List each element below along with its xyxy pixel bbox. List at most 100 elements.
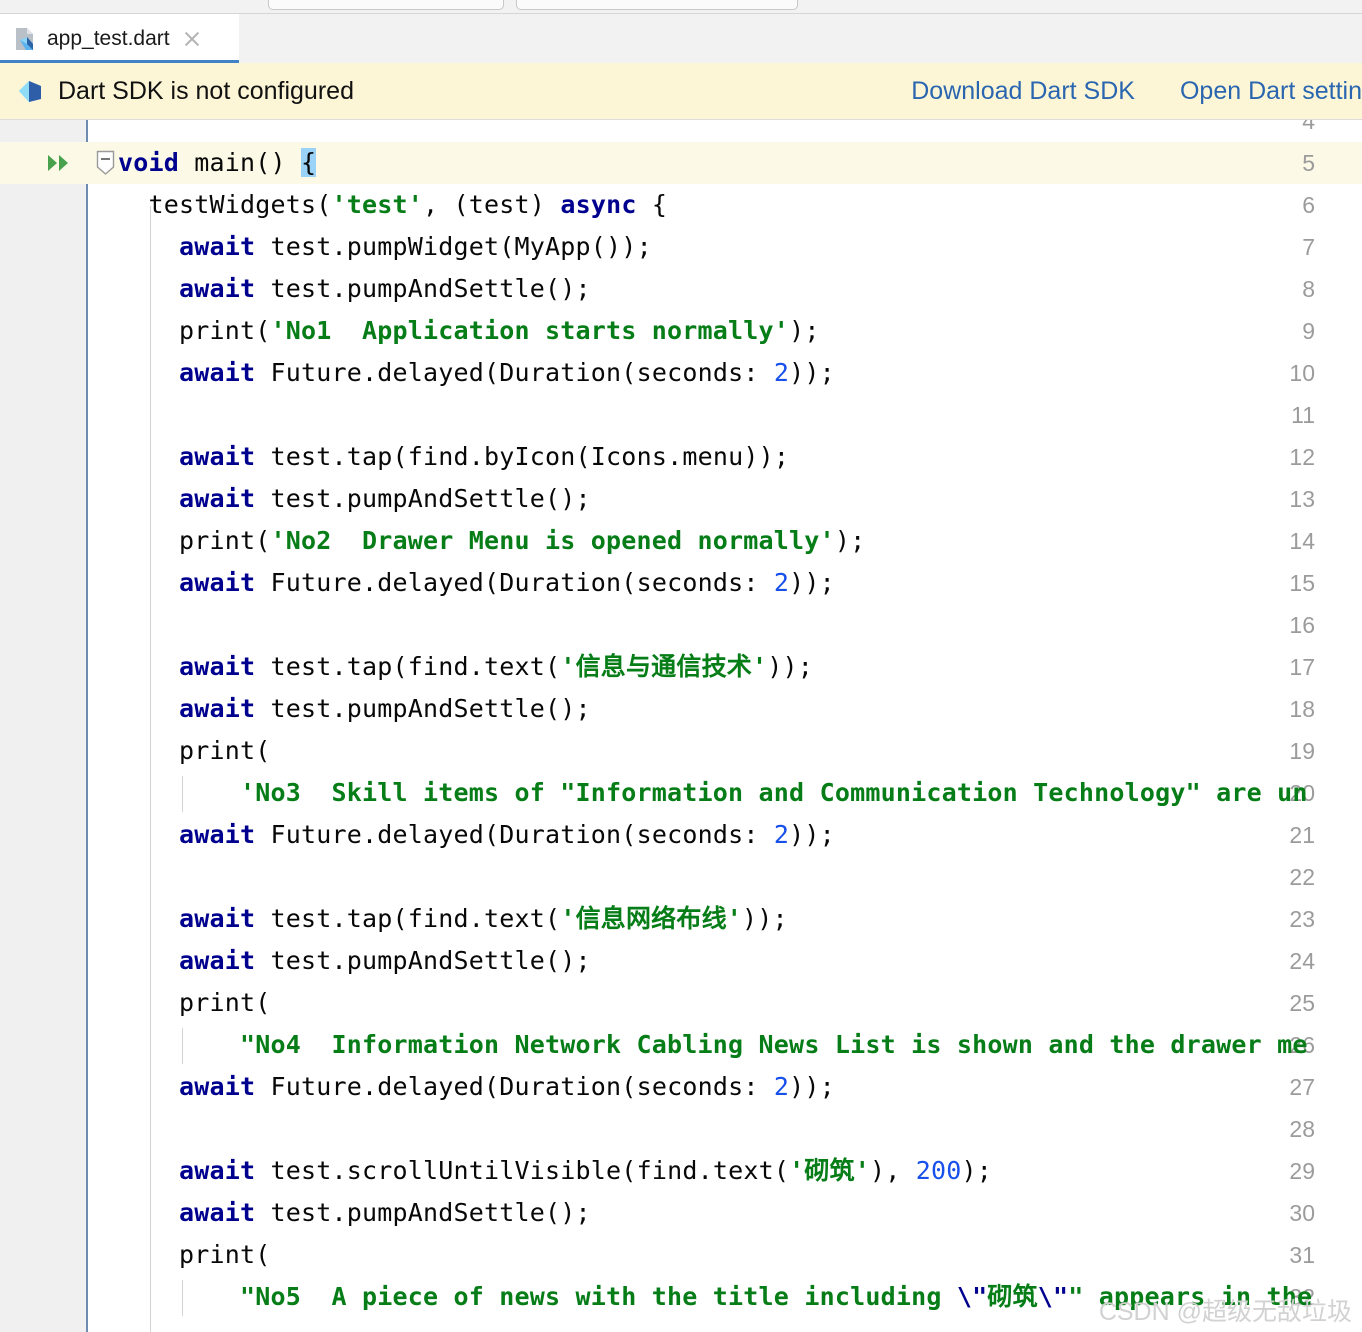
gutter-cell[interactable] xyxy=(0,688,86,730)
gutter-cell[interactable] xyxy=(0,1234,86,1276)
indent-guide-level-2 xyxy=(182,1028,183,1064)
code-token: await xyxy=(179,652,256,681)
code-line[interactable]: 8 await test.pumpAndSettle(); xyxy=(0,268,1362,310)
code-line[interactable]: 21 await Future.delayed(Duration(seconds… xyxy=(0,814,1362,856)
code-line[interactable]: 30 await test.pumpAndSettle(); xyxy=(0,1192,1362,1234)
toolbar-widget-left[interactable] xyxy=(268,0,504,10)
gutter-cell[interactable] xyxy=(0,120,86,142)
code-token: \" xyxy=(1037,1282,1069,1311)
code-token: test.tap(find.text( xyxy=(255,904,561,933)
code-line[interactable]: 31 print( xyxy=(0,1234,1362,1276)
code-line[interactable]: 27 await Future.delayed(Duration(seconds… xyxy=(0,1066,1362,1108)
dart-sdk-notification-banner: Dart SDK is not configured Download Dart… xyxy=(0,63,1362,120)
code-line[interactable]: 4 xyxy=(0,120,1362,142)
code-line[interactable]: 6 testWidgets('test', (test) async { xyxy=(0,184,1362,226)
gutter-cell[interactable] xyxy=(0,1024,86,1066)
code-line[interactable]: 5 void main() { xyxy=(0,142,1362,184)
code-line[interactable]: 14 print('No2 Drawer Menu is opened norm… xyxy=(0,520,1362,562)
code-token: await xyxy=(179,1156,256,1185)
code-line[interactable]: 12 await test.tap(find.byIcon(Icons.menu… xyxy=(0,436,1362,478)
code-token: await xyxy=(179,232,256,261)
gutter-cell[interactable] xyxy=(0,394,86,436)
code-line[interactable]: 15 await Future.delayed(Duration(seconds… xyxy=(0,562,1362,604)
gutter-cell[interactable] xyxy=(0,478,86,520)
code-token: print( xyxy=(118,316,271,345)
run-test-icon[interactable] xyxy=(47,153,73,173)
code-token: await xyxy=(179,946,256,975)
code-line[interactable]: 26 "No4 Information Network Cabling News… xyxy=(0,1024,1362,1066)
gutter-cell[interactable] xyxy=(0,1276,86,1318)
gutter-cell[interactable] xyxy=(0,142,86,184)
line-number: 28 xyxy=(1289,1116,1315,1142)
code-token: 'No3 Skill items of "Information and Com… xyxy=(240,778,1308,807)
code-line[interactable]: 28 xyxy=(0,1108,1362,1150)
gutter-cell[interactable] xyxy=(0,940,86,982)
code-line[interactable]: 17 await test.tap(find.text('信息与通信技术')); xyxy=(0,646,1362,688)
code-text: await Future.delayed(Duration(seconds: 2… xyxy=(118,1066,835,1108)
code-line[interactable]: 10 await Future.delayed(Duration(seconds… xyxy=(0,352,1362,394)
line-number: 6 xyxy=(1302,192,1315,218)
code-token: 'test' xyxy=(331,190,424,219)
line-number: 8 xyxy=(1302,276,1315,302)
code-token: print( xyxy=(118,988,271,1017)
gutter-cell[interactable] xyxy=(0,1192,86,1234)
code-line[interactable]: 25 print( xyxy=(0,982,1362,1024)
gutter-cell[interactable] xyxy=(0,814,86,856)
gutter-cell[interactable] xyxy=(0,856,86,898)
line-number: 15 xyxy=(1289,570,1315,596)
code-text: 'No3 Skill items of "Information and Com… xyxy=(118,772,1308,814)
code-token: '信息与通信技术' xyxy=(560,652,768,681)
code-line[interactable]: 19 print( xyxy=(0,730,1362,772)
gutter-cell[interactable] xyxy=(0,604,86,646)
gutter-cell[interactable] xyxy=(0,730,86,772)
code-text: print( xyxy=(118,1234,271,1276)
download-dart-sdk-link[interactable]: Download Dart SDK xyxy=(911,77,1135,106)
code-line[interactable]: 32 "No5 A piece of news with the title i… xyxy=(0,1276,1362,1318)
gutter-cell[interactable] xyxy=(0,1150,86,1192)
code-fold-icon[interactable] xyxy=(96,150,115,176)
gutter-cell[interactable] xyxy=(0,520,86,562)
code-token: )); xyxy=(789,358,835,387)
gutter-cell[interactable] xyxy=(0,772,86,814)
code-line[interactable]: 23 await test.tap(find.text('信息网络布线')); xyxy=(0,898,1362,940)
toolbar-widget-right[interactable] xyxy=(516,0,798,10)
gutter-cell[interactable] xyxy=(0,310,86,352)
gutter-cell[interactable] xyxy=(0,982,86,1024)
gutter-cell[interactable] xyxy=(0,352,86,394)
code-line[interactable]: 24 await test.pumpAndSettle(); xyxy=(0,940,1362,982)
close-icon[interactable] xyxy=(182,29,202,49)
gutter-cell[interactable] xyxy=(0,268,86,310)
code-token: 2 xyxy=(773,358,790,387)
open-dart-settings-link[interactable]: Open Dart settin xyxy=(1180,77,1362,106)
toolbar-strip xyxy=(0,0,1362,14)
gutter-cell[interactable] xyxy=(0,436,86,478)
code-line[interactable]: 29 await test.scrollUntilVisible(find.te… xyxy=(0,1150,1362,1192)
gutter-cell[interactable] xyxy=(0,184,86,226)
code-token: Future.delayed(Duration(seconds: xyxy=(255,1072,774,1101)
gutter-cell[interactable] xyxy=(0,562,86,604)
code-line[interactable]: 16 xyxy=(0,604,1362,646)
code-line[interactable]: 18 await test.pumpAndSettle(); xyxy=(0,688,1362,730)
code-line[interactable]: 7 await test.pumpWidget(MyApp()); xyxy=(0,226,1362,268)
code-line[interactable]: 11 xyxy=(0,394,1362,436)
code-line[interactable]: 20 'No3 Skill items of "Information and … xyxy=(0,772,1362,814)
banner-actions: Download Dart SDK Open Dart settin xyxy=(911,63,1362,119)
gutter-cell[interactable] xyxy=(0,1108,86,1150)
code-text: await test.tap(find.text('信息与通信技术')); xyxy=(118,646,813,688)
code-token: await xyxy=(179,904,256,933)
gutter-cell[interactable] xyxy=(0,226,86,268)
editor-tab-app-test-dart[interactable]: app_test.dart xyxy=(0,14,239,63)
code-line[interactable]: 22 xyxy=(0,856,1362,898)
gutter-cell[interactable] xyxy=(0,646,86,688)
gutter-cell[interactable] xyxy=(0,898,86,940)
code-editor[interactable]: 4 5 void main() {6 testWidgets('test', (te… xyxy=(0,120,1362,1332)
code-line[interactable]: 13 await test.pumpAndSettle(); xyxy=(0,478,1362,520)
code-token: " appears in the xyxy=(1068,1282,1313,1311)
code-line[interactable]: 9 print('No1 Application starts normally… xyxy=(0,310,1362,352)
gutter-cell[interactable] xyxy=(0,1066,86,1108)
